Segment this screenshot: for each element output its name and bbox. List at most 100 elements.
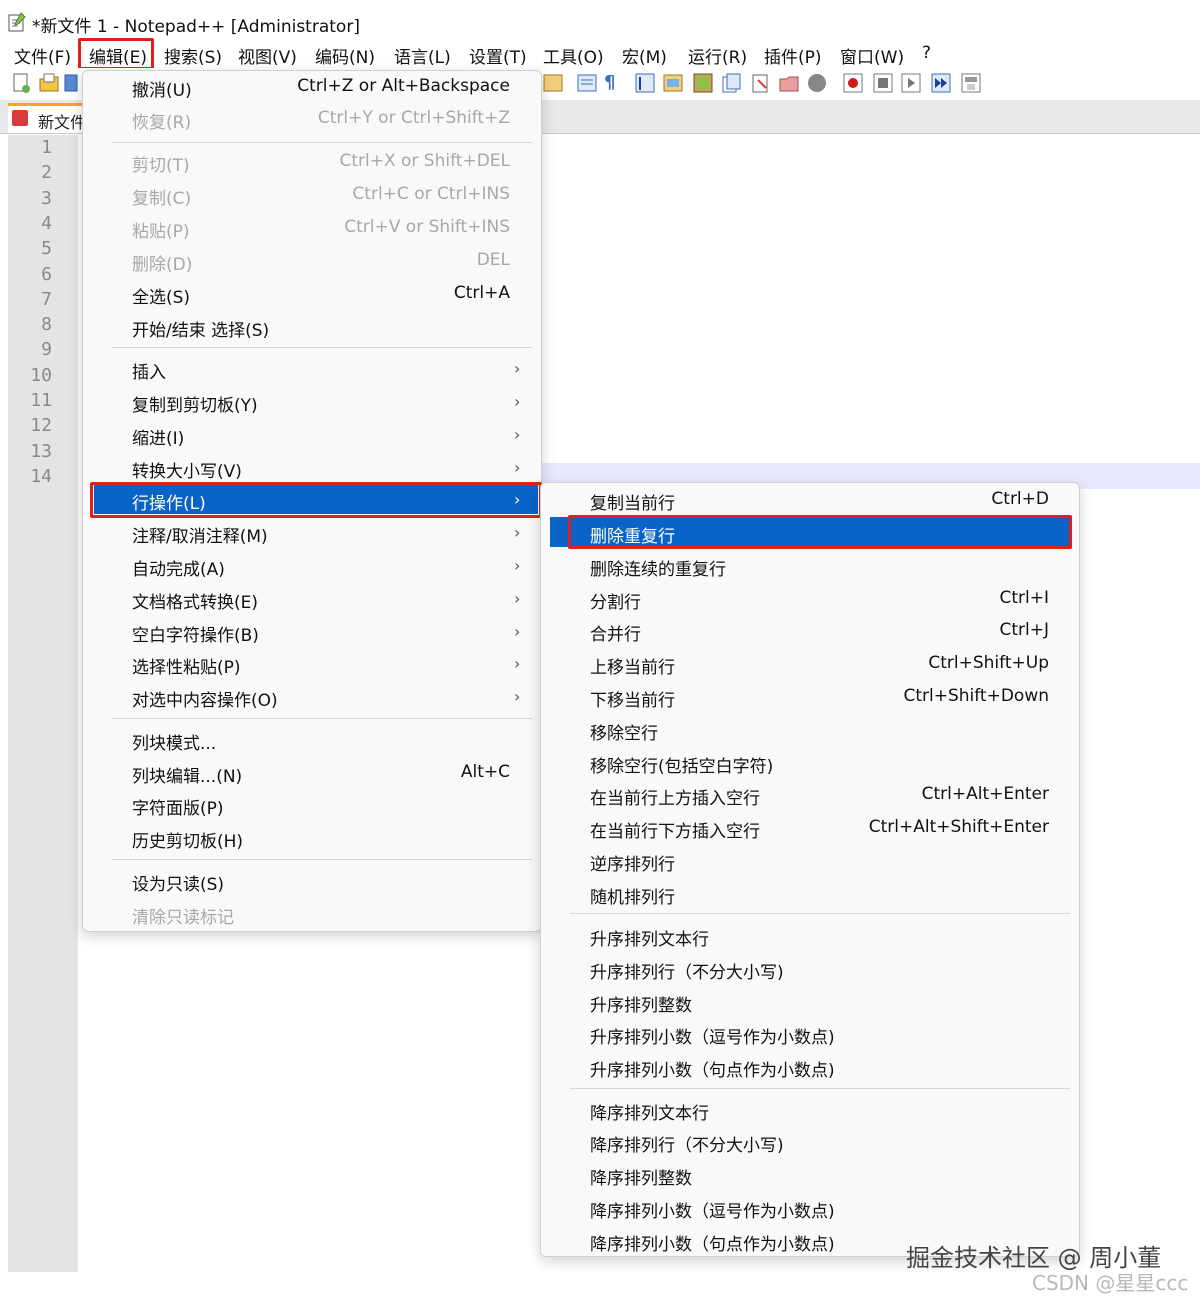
menu-item-shortcut: Ctrl+X or Shift+DEL bbox=[339, 151, 510, 171]
menu-item-label: 撤消(U) bbox=[132, 81, 192, 101]
menu-separator bbox=[112, 142, 532, 143]
menu-item-label: 设为只读(S) bbox=[132, 875, 225, 895]
menu-separator bbox=[112, 347, 532, 348]
menu-item-label: 删除连续的重复行 bbox=[590, 560, 726, 580]
menu-item-label: 在当前行上方插入空行 bbox=[590, 789, 760, 809]
menu-item-shortcut: Ctrl+C or Ctrl+INS bbox=[352, 184, 510, 204]
save-macro-icon[interactable] bbox=[960, 72, 982, 94]
toolbar-icon-e[interactable] bbox=[720, 72, 742, 94]
run-macro-multiple-icon[interactable] bbox=[930, 72, 952, 94]
menu-item-label: 随机排列行 bbox=[590, 888, 675, 908]
menu-item-label: 历史剪切板(H) bbox=[132, 832, 244, 852]
chevron-right-icon: › bbox=[514, 654, 521, 673]
menu-item-label: 恢复(R) bbox=[132, 113, 192, 133]
menu-item-label: 复制到剪切板(Y) bbox=[132, 396, 258, 416]
line-number: 13 bbox=[30, 440, 52, 462]
line-number: 2 bbox=[41, 162, 52, 184]
line-number: 1 bbox=[41, 137, 52, 158]
menu-separator bbox=[570, 913, 1070, 914]
menu-item-label: 降序排列整数 bbox=[590, 1169, 692, 1189]
menu-item-label: 降序排列行（不分大小写) bbox=[590, 1136, 784, 1156]
menu-item-label: 对选中内容操作(O) bbox=[132, 691, 278, 711]
menu-item-label: 升序排列小数（逗号作为小数点) bbox=[590, 1028, 835, 1048]
menu-4[interactable]: 编码(N) bbox=[315, 43, 375, 68]
menu-item-shortcut: Ctrl+Alt+Shift+Enter bbox=[868, 817, 1049, 837]
menu-9[interactable]: 运行(R) bbox=[688, 43, 747, 68]
menu-item-label: 剪切(T) bbox=[132, 156, 190, 176]
annotation-box-line-ops bbox=[90, 482, 542, 518]
menu-2[interactable]: 搜索(S) bbox=[164, 43, 222, 68]
menu-item-label: 逆序排列行 bbox=[590, 855, 675, 875]
annotation-box-edit-menu bbox=[78, 38, 154, 70]
menu-item-shortcut: Ctrl+A bbox=[453, 283, 510, 303]
toolbar-icon-f[interactable] bbox=[750, 72, 772, 94]
menu-item-shortcut: Ctrl+V or Shift+INS bbox=[344, 217, 510, 237]
open-file-icon[interactable] bbox=[38, 72, 60, 94]
line-number: 9 bbox=[41, 339, 52, 361]
menu-item-shortcut: Ctrl+Y or Ctrl+Shift+Z bbox=[317, 108, 510, 128]
bottom-strip bbox=[0, 1272, 1200, 1299]
toolbar-icon-c[interactable] bbox=[662, 72, 684, 94]
line-number: 12 bbox=[30, 415, 52, 437]
menu-3[interactable]: 视图(V) bbox=[238, 43, 297, 68]
menu-item-label: 删除(D) bbox=[132, 255, 193, 275]
menu-6[interactable]: 设置(T) bbox=[469, 43, 527, 68]
function-list-icon[interactable] bbox=[806, 72, 828, 94]
menu-item-label: 升序排列整数 bbox=[590, 996, 692, 1016]
menu-item-label: 降序排列文本行 bbox=[590, 1104, 709, 1124]
menu-item-label: 注释/取消注释(M) bbox=[132, 527, 268, 547]
menu-item-label: 降序排列小数（逗号作为小数点) bbox=[590, 1202, 835, 1222]
chevron-right-icon: › bbox=[514, 359, 521, 378]
menu-item-label: 清除只读标记 bbox=[132, 908, 234, 928]
menu-item-shortcut: Ctrl+D bbox=[991, 489, 1049, 509]
watermark-secondary: CSDN @星星ccc bbox=[1032, 1271, 1189, 1295]
toolbar-icon-b[interactable] bbox=[576, 72, 598, 94]
chevron-right-icon: › bbox=[514, 556, 521, 575]
chevron-right-icon: › bbox=[514, 392, 521, 411]
chevron-right-icon: › bbox=[514, 523, 521, 542]
menu-11[interactable]: 窗口(W) bbox=[840, 43, 904, 68]
unsaved-file-icon bbox=[12, 110, 28, 126]
paragraph-icon[interactable]: ¶ bbox=[604, 72, 626, 94]
menu-item-label: 空白字符操作(B) bbox=[132, 626, 259, 646]
menu-item-label: 字符面版(P) bbox=[132, 799, 224, 819]
toolbar-icon-a[interactable] bbox=[542, 72, 564, 94]
menu-item-shortcut: Alt+C bbox=[460, 762, 510, 782]
chevron-right-icon: › bbox=[514, 589, 521, 608]
menu-7[interactable]: 工具(O) bbox=[543, 43, 604, 68]
menu-5[interactable]: 语言(L) bbox=[394, 43, 451, 68]
record-macro-icon[interactable] bbox=[842, 72, 864, 94]
stop-macro-icon[interactable] bbox=[872, 72, 894, 94]
menu-item-shortcut: Ctrl+Shift+Down bbox=[903, 686, 1049, 706]
menu-item-shortcut: DEL bbox=[476, 250, 510, 270]
menu-item-label: 复制当前行 bbox=[590, 494, 675, 514]
menu-separator bbox=[112, 718, 532, 719]
menu-item-label: 缩进(I) bbox=[132, 429, 185, 449]
chevron-right-icon: › bbox=[514, 458, 521, 477]
folder-icon[interactable] bbox=[778, 72, 800, 94]
chevron-right-icon: › bbox=[514, 425, 521, 444]
new-file-icon[interactable] bbox=[10, 72, 32, 94]
menu-0[interactable]: 文件(F) bbox=[14, 43, 71, 68]
annotation-box-remove-duplicates bbox=[568, 515, 1072, 549]
menu-10[interactable]: 插件(P) bbox=[764, 43, 822, 68]
menu-item-label: 合并行 bbox=[590, 625, 641, 645]
indent-guide-icon[interactable] bbox=[634, 72, 656, 94]
menu-item-label: 全选(S) bbox=[132, 288, 191, 308]
menu-item-label: 粘贴(P) bbox=[132, 222, 190, 242]
chevron-right-icon: › bbox=[514, 687, 521, 706]
line-number: 10 bbox=[30, 364, 52, 386]
menu-item-label: 上移当前行 bbox=[590, 658, 675, 678]
line-number: 3 bbox=[41, 187, 52, 209]
menu-item-label: 列块编辑...(N) bbox=[132, 767, 243, 787]
menu-8[interactable]: 宏(M) bbox=[622, 43, 667, 68]
menu-item-label: 降序排列小数（句点作为小数点) bbox=[590, 1235, 835, 1255]
play-macro-icon[interactable] bbox=[900, 72, 922, 94]
menu-separator bbox=[112, 859, 532, 860]
menu-12[interactable]: ? bbox=[922, 43, 931, 63]
tab-label: 新文件 bbox=[38, 113, 87, 132]
line-number: 5 bbox=[41, 238, 52, 260]
toolbar-icon-d[interactable] bbox=[692, 72, 714, 94]
menu-item-shortcut: Ctrl+Z or Alt+Backspace bbox=[297, 76, 510, 96]
save-file-icon[interactable] bbox=[64, 72, 78, 94]
